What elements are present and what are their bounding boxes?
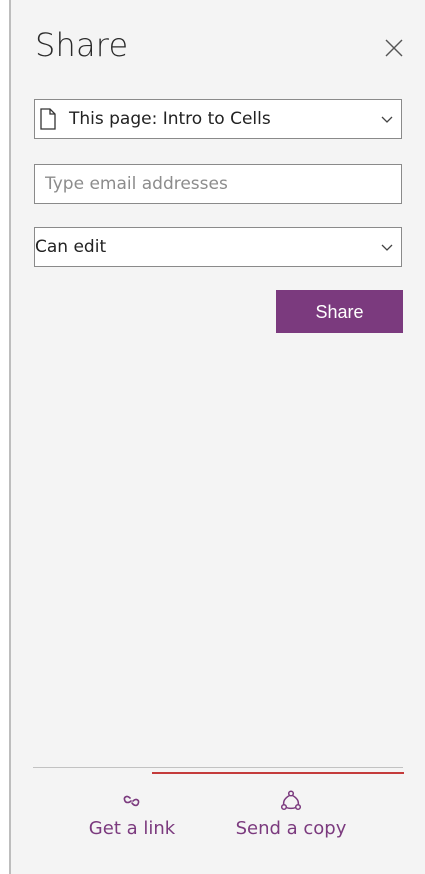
share-scope-value: This page: Intro to Cells	[69, 109, 271, 129]
link-icon	[123, 795, 140, 807]
highlight-underline	[152, 772, 404, 774]
close-icon[interactable]	[384, 38, 404, 58]
bottom-divider	[33, 767, 403, 768]
permission-value: Can edit	[35, 237, 107, 257]
page-document-icon	[40, 108, 56, 130]
email-input[interactable]	[35, 165, 401, 203]
send-copy-label: Send a copy	[235, 818, 347, 839]
chevron-down-icon	[381, 244, 393, 251]
permission-dropdown[interactable]: Can edit	[34, 227, 402, 267]
panel-title: Share	[35, 26, 129, 64]
share-network-icon	[280, 790, 302, 811]
get-link-button[interactable]: Get a link	[62, 790, 202, 839]
share-scope-dropdown[interactable]: This page: Intro to Cells	[34, 99, 402, 139]
share-panel: Share This page: Intro to Cells Can edit…	[11, 0, 425, 874]
email-field-container	[34, 164, 402, 204]
share-button[interactable]: Share	[276, 290, 403, 333]
get-link-label: Get a link	[88, 818, 176, 839]
send-copy-button[interactable]: Send a copy	[221, 790, 361, 839]
chevron-down-icon	[381, 116, 393, 123]
